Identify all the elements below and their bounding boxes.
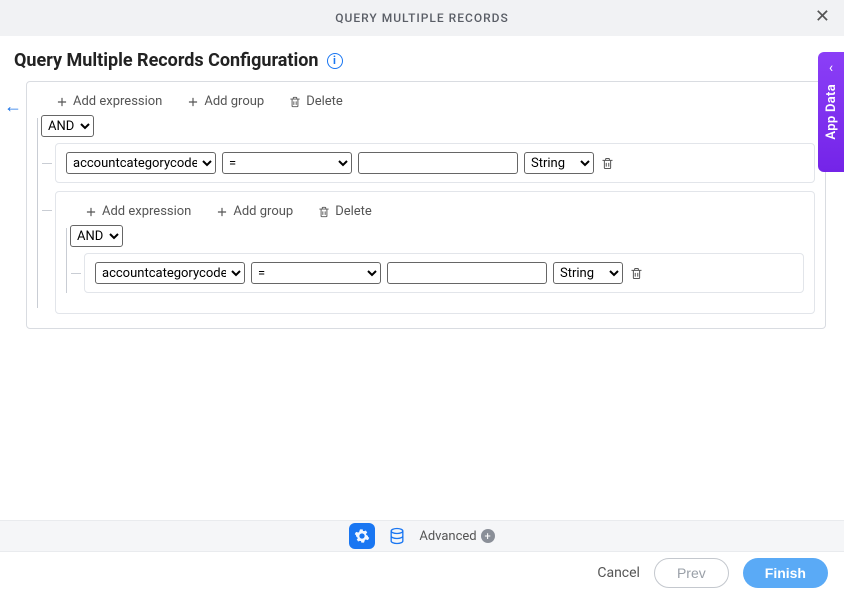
- logic-operator-select[interactable]: AND: [41, 115, 94, 137]
- group-header: Add expression Add group Delete: [66, 200, 804, 225]
- delete-row-button[interactable]: [600, 156, 615, 171]
- delete-row-button[interactable]: [629, 266, 644, 281]
- field-select[interactable]: accountcategorycode: [95, 262, 245, 284]
- cancel-button[interactable]: Cancel: [597, 565, 640, 581]
- trash-icon: [629, 266, 644, 281]
- app-data-side-panel-toggle[interactable]: ‹ App Data: [818, 52, 844, 172]
- field-select[interactable]: accountcategorycode: [66, 152, 216, 174]
- tree-line: [66, 228, 67, 293]
- gear-icon: [354, 528, 370, 544]
- side-tab-label: App Data: [824, 84, 839, 140]
- add-expression-button[interactable]: Add expression: [84, 204, 191, 219]
- delete-label: Delete: [306, 94, 343, 109]
- add-expression-label: Add expression: [102, 204, 191, 219]
- logic-operator-select[interactable]: AND: [70, 225, 123, 247]
- value-input[interactable]: [358, 152, 518, 174]
- delete-group-button[interactable]: Delete: [317, 204, 372, 219]
- footer-buttons: Cancel Prev Finish: [597, 558, 828, 588]
- trash-icon: [317, 205, 331, 219]
- trash-icon: [288, 95, 302, 109]
- delete-label: Delete: [335, 204, 372, 219]
- page-title-row: Query Multiple Records Configuration i: [0, 36, 844, 81]
- condition-row: accountcategorycode = String: [55, 143, 815, 183]
- trash-icon: [600, 156, 615, 171]
- advanced-label: Advanced: [419, 529, 476, 544]
- footer-toolbar: Advanced +: [0, 520, 844, 552]
- plus-icon: [186, 95, 200, 109]
- add-expression-button[interactable]: Add expression: [55, 94, 162, 109]
- modal-title: QUERY MULTIPLE RECORDS: [335, 11, 509, 25]
- info-icon[interactable]: i: [327, 53, 343, 69]
- prev-button[interactable]: Prev: [654, 558, 729, 588]
- value-input[interactable]: [387, 262, 547, 284]
- finish-button[interactable]: Finish: [743, 558, 828, 588]
- plus-icon: [84, 205, 98, 219]
- advanced-toggle[interactable]: Advanced +: [419, 529, 494, 544]
- add-group-button[interactable]: Add group: [186, 94, 264, 109]
- operator-select[interactable]: =: [222, 152, 352, 174]
- group-header: Add expression Add group Delete: [37, 90, 815, 115]
- plus-icon: [55, 95, 69, 109]
- operator-select[interactable]: =: [251, 262, 381, 284]
- plus-icon: [215, 205, 229, 219]
- plus-circle-icon: +: [481, 529, 495, 543]
- type-select[interactable]: String: [524, 152, 594, 174]
- back-arrow-icon[interactable]: ←: [4, 98, 22, 116]
- add-group-label: Add group: [233, 204, 293, 219]
- database-icon: [387, 526, 407, 546]
- page-title: Query Multiple Records Configuration: [14, 50, 319, 71]
- condition-row: accountcategorycode = String: [84, 253, 804, 293]
- add-group-label: Add group: [204, 94, 264, 109]
- delete-group-button[interactable]: Delete: [288, 94, 343, 109]
- nested-group: Add expression Add group Delete AND acco…: [55, 191, 815, 314]
- add-group-button[interactable]: Add group: [215, 204, 293, 219]
- add-expression-label: Add expression: [73, 94, 162, 109]
- chevron-left-icon: ‹: [829, 60, 833, 76]
- close-icon[interactable]: ✕: [815, 8, 830, 26]
- data-source-button[interactable]: [387, 526, 407, 546]
- settings-button[interactable]: [349, 523, 375, 549]
- tree-line: [37, 118, 38, 308]
- query-builder-group: Add expression Add group Delete AND acco…: [26, 81, 826, 329]
- type-select[interactable]: String: [553, 262, 623, 284]
- modal-header: QUERY MULTIPLE RECORDS ✕: [0, 0, 844, 36]
